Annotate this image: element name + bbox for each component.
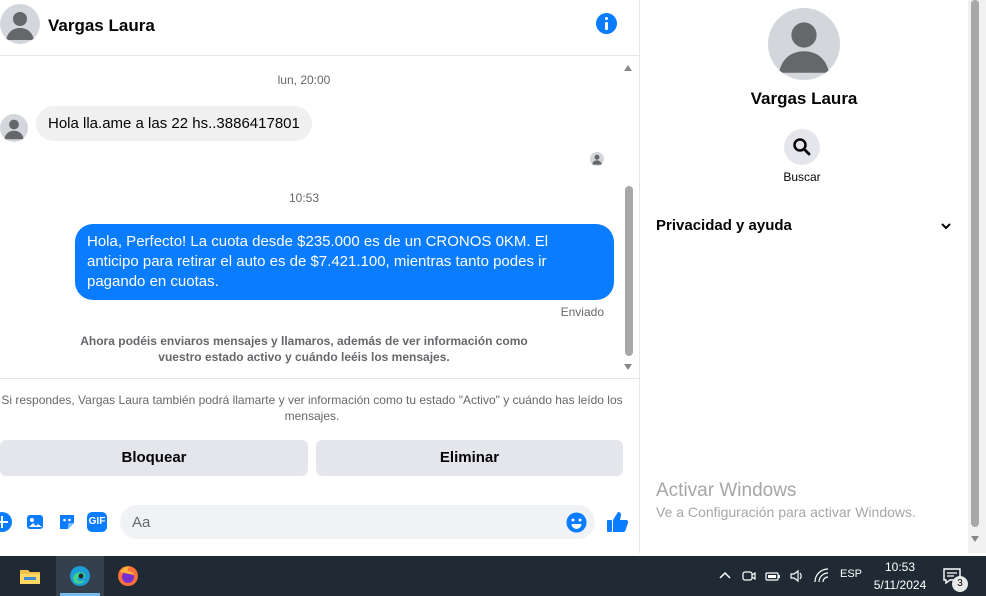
photo-icon[interactable]: [25, 512, 45, 532]
message-list: lun, 20:00 Hola lla.ame a las 22 hs..388…: [0, 57, 639, 377]
taskbar: ESP 10:53 5/11/2024 3: [0, 556, 986, 596]
activate-windows-subtitle: Ve a Configuración para activar Windows.: [656, 504, 916, 520]
message-timestamp: 10:53: [288, 191, 320, 205]
wifi-icon[interactable]: [814, 568, 830, 584]
firefox-icon: [118, 566, 138, 586]
delete-button[interactable]: Eliminar: [316, 440, 623, 476]
plus-icon[interactable]: [0, 512, 12, 532]
divider: [0, 378, 639, 379]
sticker-icon[interactable]: [57, 512, 77, 532]
activate-windows-title: Activar Windows: [656, 480, 797, 501]
contact-info-panel: Vargas Laura Buscar Privacidad y ayuda A…: [640, 0, 968, 553]
chat-window: Vargas Laura lun, 20:00 Hola lla.ame a l…: [0, 0, 639, 553]
message-input[interactable]: [120, 505, 595, 539]
meet-now-icon[interactable]: [741, 568, 757, 584]
like-icon[interactable]: [605, 510, 629, 534]
message-scrollbar[interactable]: [625, 186, 633, 356]
incoming-message[interactable]: Hola lla.ame a las 22 hs..3886417801: [36, 106, 312, 141]
scroll-up-arrow[interactable]: [624, 65, 632, 71]
chevron-down-icon: [941, 223, 951, 230]
clock-time[interactable]: 10:53: [872, 560, 928, 574]
scroll-down-arrow[interactable]: [624, 364, 632, 370]
search-icon: [793, 138, 811, 156]
seen-indicator-avatar: [590, 152, 604, 166]
panel-contact-avatar[interactable]: [768, 8, 840, 80]
search-label: Buscar: [783, 170, 821, 184]
contact-avatar[interactable]: [0, 4, 40, 44]
page-scrollbar-thumb[interactable]: [971, 0, 979, 527]
taskbar-edge[interactable]: [56, 556, 104, 596]
request-privacy-text: Si respondes, Vargas Laura también podrá…: [1, 393, 623, 423]
search-button[interactable]: [784, 129, 820, 165]
privacy-help-section[interactable]: Privacidad y ayuda: [656, 210, 952, 240]
file-explorer-icon: [20, 570, 40, 584]
edge-icon: [70, 566, 90, 586]
input-language[interactable]: ESP: [840, 568, 862, 580]
volume-icon[interactable]: [789, 568, 805, 584]
notification-count-badge: 3: [952, 576, 968, 592]
message-timestamp: lun, 20:00: [277, 73, 331, 87]
emoji-icon[interactable]: [566, 512, 587, 533]
privacy-help-title: Privacidad y ayuda: [656, 217, 792, 234]
panel-contact-name: Vargas Laura: [750, 89, 858, 108]
gif-icon[interactable]: GIF: [87, 512, 107, 532]
sender-avatar: [0, 114, 28, 142]
taskbar-firefox[interactable]: [104, 556, 152, 596]
outgoing-message[interactable]: Hola, Perfecto! La cuota desde $235.000 …: [75, 224, 614, 300]
connection-notice: Ahora podéis enviaros mensajes y llamaro…: [80, 334, 528, 364]
message-status: Enviado: [560, 305, 604, 319]
taskbar-file-explorer[interactable]: [6, 556, 54, 596]
battery-icon[interactable]: [765, 568, 781, 584]
screen: Vargas Laura lun, 20:00 Hola lla.ame a l…: [0, 0, 986, 596]
block-button[interactable]: Bloquear: [0, 440, 308, 476]
chat-header: Vargas Laura: [0, 0, 639, 56]
info-icon[interactable]: [596, 13, 617, 34]
clock-date[interactable]: 5/11/2024: [866, 578, 934, 592]
contact-name[interactable]: Vargas Laura: [48, 16, 155, 36]
page-scroll-down-arrow[interactable]: [971, 536, 979, 542]
chevron-up-icon[interactable]: [717, 568, 733, 584]
